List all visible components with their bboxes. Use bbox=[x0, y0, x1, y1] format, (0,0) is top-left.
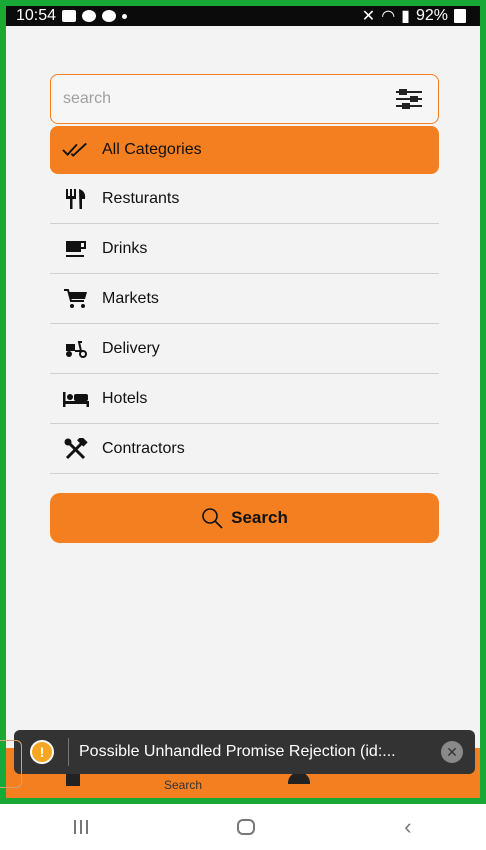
coffee-cup-icon bbox=[62, 237, 90, 261]
filter-sliders-icon[interactable] bbox=[392, 84, 426, 114]
tools-icon bbox=[62, 437, 90, 461]
category-label: Contractors bbox=[102, 439, 185, 457]
shopping-cart-icon bbox=[62, 287, 90, 311]
category-label: Resturants bbox=[102, 189, 180, 207]
mute-icon: ✕ bbox=[361, 8, 376, 25]
toast-divider bbox=[68, 738, 69, 766]
bed-icon bbox=[62, 387, 90, 411]
close-icon[interactable]: ✕ bbox=[441, 741, 463, 763]
status-bar: 10:54 ✕ ◠ ▮ 92% bbox=[6, 6, 480, 26]
category-label: Delivery bbox=[102, 339, 160, 357]
gallery-icon bbox=[62, 10, 77, 22]
search-button[interactable]: Search bbox=[50, 493, 439, 543]
app-notification-icon bbox=[102, 10, 117, 22]
status-time: 10:54 bbox=[16, 7, 57, 24]
wifi-icon: ◠ bbox=[381, 8, 396, 25]
back-icon[interactable]: ‹ bbox=[404, 814, 411, 840]
category-resturants[interactable]: Resturants bbox=[50, 174, 439, 224]
tab-search-label[interactable]: Search bbox=[164, 778, 202, 792]
system-navigation-bar: ‹ bbox=[0, 804, 486, 850]
category-list: All Categories Resturants Drinks Markets… bbox=[50, 126, 439, 474]
warning-toast[interactable]: ! Possible Unhandled Promise Rejection (… bbox=[14, 730, 475, 774]
battery-icon bbox=[454, 9, 466, 23]
scooter-icon bbox=[62, 337, 90, 361]
search-input[interactable] bbox=[63, 90, 392, 108]
side-drawer-handle[interactable] bbox=[0, 740, 22, 788]
category-label: Markets bbox=[102, 289, 159, 307]
home-button-icon[interactable] bbox=[237, 819, 256, 835]
recent-apps-icon[interactable] bbox=[74, 820, 89, 834]
battery-level: 92% bbox=[415, 7, 448, 24]
app-frame: 10:54 ✕ ◠ ▮ 92% All C bbox=[0, 0, 486, 804]
search-button-label: Search bbox=[231, 508, 288, 527]
category-hotels[interactable]: Hotels bbox=[50, 374, 439, 424]
category-label: Hotels bbox=[102, 389, 148, 407]
fork-knife-icon bbox=[62, 187, 90, 211]
double-check-icon bbox=[62, 138, 90, 162]
toast-message: Possible Unhandled Promise Rejection (id… bbox=[79, 743, 396, 760]
more-notifications-icon bbox=[122, 13, 128, 19]
category-drinks[interactable]: Drinks bbox=[50, 224, 439, 274]
category-all[interactable]: All Categories bbox=[50, 126, 439, 174]
home-tab-icon[interactable] bbox=[66, 772, 80, 786]
category-contractors[interactable]: Contractors bbox=[50, 424, 439, 474]
search-bar bbox=[50, 74, 439, 124]
warning-icon: ! bbox=[30, 740, 54, 764]
category-label: Drinks bbox=[102, 239, 148, 257]
category-markets[interactable]: Markets bbox=[50, 274, 439, 324]
cloud-icon bbox=[82, 10, 97, 22]
signal-icon: ▮ bbox=[401, 8, 410, 25]
search-icon bbox=[202, 508, 223, 529]
category-delivery[interactable]: Delivery bbox=[50, 324, 439, 374]
category-label: All Categories bbox=[102, 141, 202, 158]
